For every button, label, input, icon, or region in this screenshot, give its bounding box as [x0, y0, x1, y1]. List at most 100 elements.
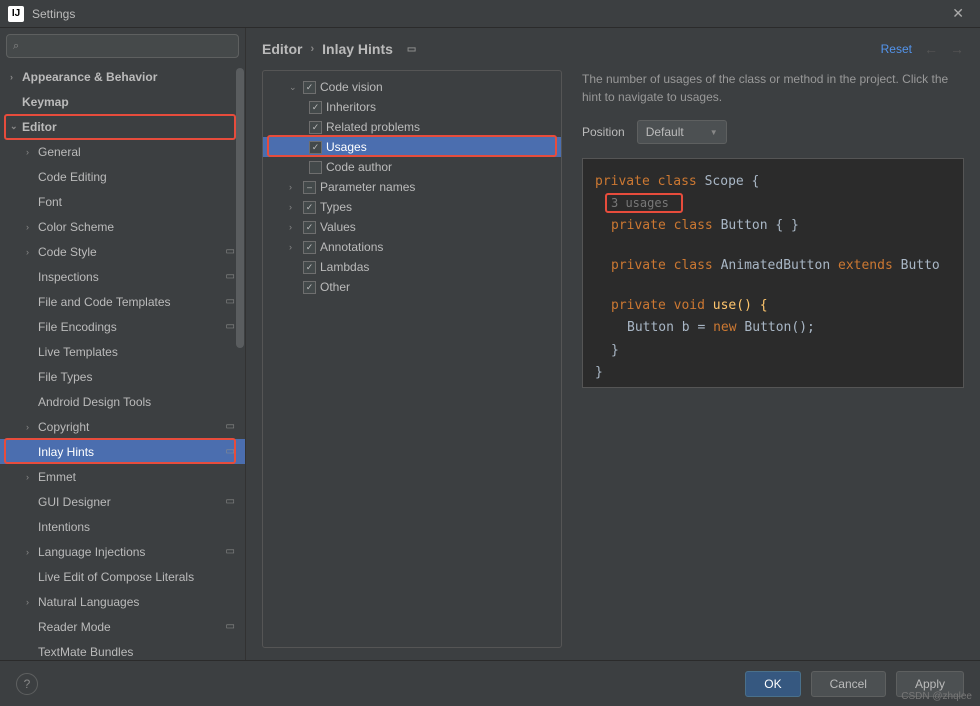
hint-item-inheritors[interactable]: Inheritors [263, 97, 561, 117]
sidebar-item-file-and-code-templates[interactable]: File and Code Templates▭ [0, 289, 245, 314]
sidebar-item-emmet[interactable]: ›Emmet [0, 464, 245, 489]
checkbox[interactable] [309, 121, 322, 134]
sidebar-item-intentions[interactable]: Intentions [0, 514, 245, 539]
hint-item-types[interactable]: ›Types [263, 197, 561, 217]
hint-item-label: Usages [326, 140, 367, 154]
sidebar-item-label: Reader Mode [38, 620, 111, 634]
hint-item-usages[interactable]: Usages [263, 137, 561, 157]
details-panel: The number of usages of the class or met… [582, 70, 964, 648]
hint-item-label: Parameter names [320, 180, 415, 194]
sidebar-item-live-edit-of-compose-literals[interactable]: Live Edit of Compose Literals [0, 564, 245, 589]
checkbox[interactable] [303, 281, 316, 294]
hint-item-lambdas[interactable]: Lambdas [263, 257, 561, 277]
hint-item-values[interactable]: › Values [263, 217, 561, 237]
expand-icon: › [289, 222, 299, 232]
settings-sidebar: ⌕ ›Appearance & Behavior Keymap ⌄Editor›Ge… [0, 28, 246, 660]
description-text: The number of usages of the class or met… [582, 70, 964, 106]
sidebar-item-label: TextMate Bundles [38, 645, 133, 659]
forward-icon[interactable]: → [950, 41, 964, 57]
settings-tree[interactable]: ›Appearance & Behavior Keymap ⌄Editor›Gene… [0, 64, 245, 660]
hint-item-other[interactable]: Other [263, 277, 561, 297]
checkbox[interactable]: – [303, 181, 316, 194]
checkbox[interactable] [309, 101, 322, 114]
sidebar-item-android-design-tools[interactable]: Android Design Tools [0, 389, 245, 414]
sidebar-item-color-scheme[interactable]: ›Color Scheme [0, 214, 245, 239]
scope-icon: ▭ [226, 246, 235, 257]
sidebar-item-copyright[interactable]: ›Copyright▭ [0, 414, 245, 439]
sidebar-item-label: Color Scheme [38, 220, 114, 234]
hint-item-label: Types [320, 200, 352, 214]
sidebar-item-label: Inspections [38, 270, 99, 284]
sidebar-item-label: File Types [38, 370, 92, 384]
sidebar-item-label: Intentions [38, 520, 90, 534]
sidebar-item-editor[interactable]: ⌄Editor [0, 114, 245, 139]
checkbox[interactable] [303, 261, 316, 274]
hint-item-parameter-names[interactable]: ›–Parameter names [263, 177, 561, 197]
expand-icon: ⌄ [289, 82, 299, 93]
scope-icon: ▭ [226, 496, 235, 507]
sidebar-item-code-editing[interactable]: Code Editing [0, 164, 245, 189]
hint-item-code-author[interactable]: Code author [263, 157, 561, 177]
hint-item-label: Code author [326, 160, 392, 174]
checkbox[interactable] [303, 241, 316, 254]
hint-item-label: Lambdas [320, 260, 369, 274]
ok-button[interactable]: OK [745, 671, 800, 697]
position-value: Default [646, 125, 684, 139]
sidebar-item-label: Editor [22, 120, 57, 134]
sidebar-item-keymap[interactable]: Keymap [0, 89, 245, 114]
hint-item-label: Related problems [326, 120, 420, 134]
sidebar-item-language-injections[interactable]: ›Language Injections▭ [0, 539, 245, 564]
reset-link[interactable]: Reset [881, 42, 912, 56]
checkbox[interactable] [309, 141, 322, 154]
sidebar-item-file-types[interactable]: File Types [0, 364, 245, 389]
search-icon: ⌕ [13, 40, 19, 53]
sidebar-item-label: File and Code Templates [38, 295, 171, 309]
checkbox[interactable] [309, 161, 322, 174]
sidebar-item-file-encodings[interactable]: File Encodings▭ [0, 314, 245, 339]
sidebar-item-live-templates[interactable]: Live Templates [0, 339, 245, 364]
position-label: Position [582, 125, 625, 139]
sidebar-item-appearance-behavior[interactable]: ›Appearance & Behavior [0, 64, 245, 89]
position-dropdown[interactable]: Default ▼ [637, 120, 727, 144]
sidebar-item-label: Android Design Tools [38, 395, 151, 409]
checkbox[interactable] [303, 201, 316, 214]
sidebar-item-natural-languages[interactable]: ›Natural Languages [0, 589, 245, 614]
help-button[interactable]: ? [16, 673, 38, 695]
sidebar-item-textmate-bundles[interactable]: TextMate Bundles [0, 639, 245, 660]
sidebar-item-label: General [38, 145, 81, 159]
breadcrumb-inlay-hints: Inlay Hints [322, 41, 393, 57]
sidebar-item-inlay-hints[interactable]: Inlay Hints▭ [0, 439, 245, 464]
breadcrumb-editor[interactable]: Editor [262, 41, 302, 57]
app-icon: IJ [8, 6, 24, 22]
titlebar: IJ Settings ✕ [0, 0, 980, 28]
hints-tree[interactable]: ⌄ Code vision Inheritors Related problems Us… [262, 70, 562, 648]
hint-item-label: Code vision [320, 80, 383, 94]
hint-item-label: Values [320, 220, 356, 234]
checkbox[interactable] [303, 81, 316, 94]
back-icon[interactable]: ← [924, 41, 938, 57]
cancel-button[interactable]: Cancel [811, 671, 886, 697]
sidebar-item-label: GUI Designer [38, 495, 111, 509]
sidebar-item-inspections[interactable]: Inspections ▭ [0, 264, 245, 289]
scope-icon: ▭ [226, 271, 235, 282]
hint-item-annotations[interactable]: ›Annotations [263, 237, 561, 257]
close-icon[interactable]: ✕ [944, 1, 972, 26]
sidebar-item-label: Code Style [38, 245, 97, 259]
sidebar-item-label: Natural Languages [38, 595, 139, 609]
sidebar-item-font[interactable]: Font [0, 189, 245, 214]
hint-item-related-problems[interactable]: Related problems [263, 117, 561, 137]
hint-item-code-vision[interactable]: ⌄ Code vision [263, 77, 561, 97]
search-input[interactable]: ⌕ [6, 34, 239, 58]
sidebar-item-gui-designer[interactable]: GUI Designer ▭ [0, 489, 245, 514]
sidebar-item-label: Emmet [38, 470, 76, 484]
sidebar-item-label: Live Templates [38, 345, 118, 359]
dialog-footer: ? OK Cancel Apply [0, 660, 980, 706]
sidebar-item-label: File Encodings [38, 320, 117, 334]
sidebar-item-label: Keymap [22, 95, 69, 109]
sidebar-item-label: Copyright [38, 420, 89, 434]
sidebar-item-code-style[interactable]: ›Code Style▭ [0, 239, 245, 264]
usages-hint[interactable]: 3 usages [611, 196, 669, 210]
sidebar-item-reader-mode[interactable]: Reader Mode▭ [0, 614, 245, 639]
sidebar-item-general[interactable]: ›General [0, 139, 245, 164]
checkbox[interactable] [303, 221, 316, 234]
